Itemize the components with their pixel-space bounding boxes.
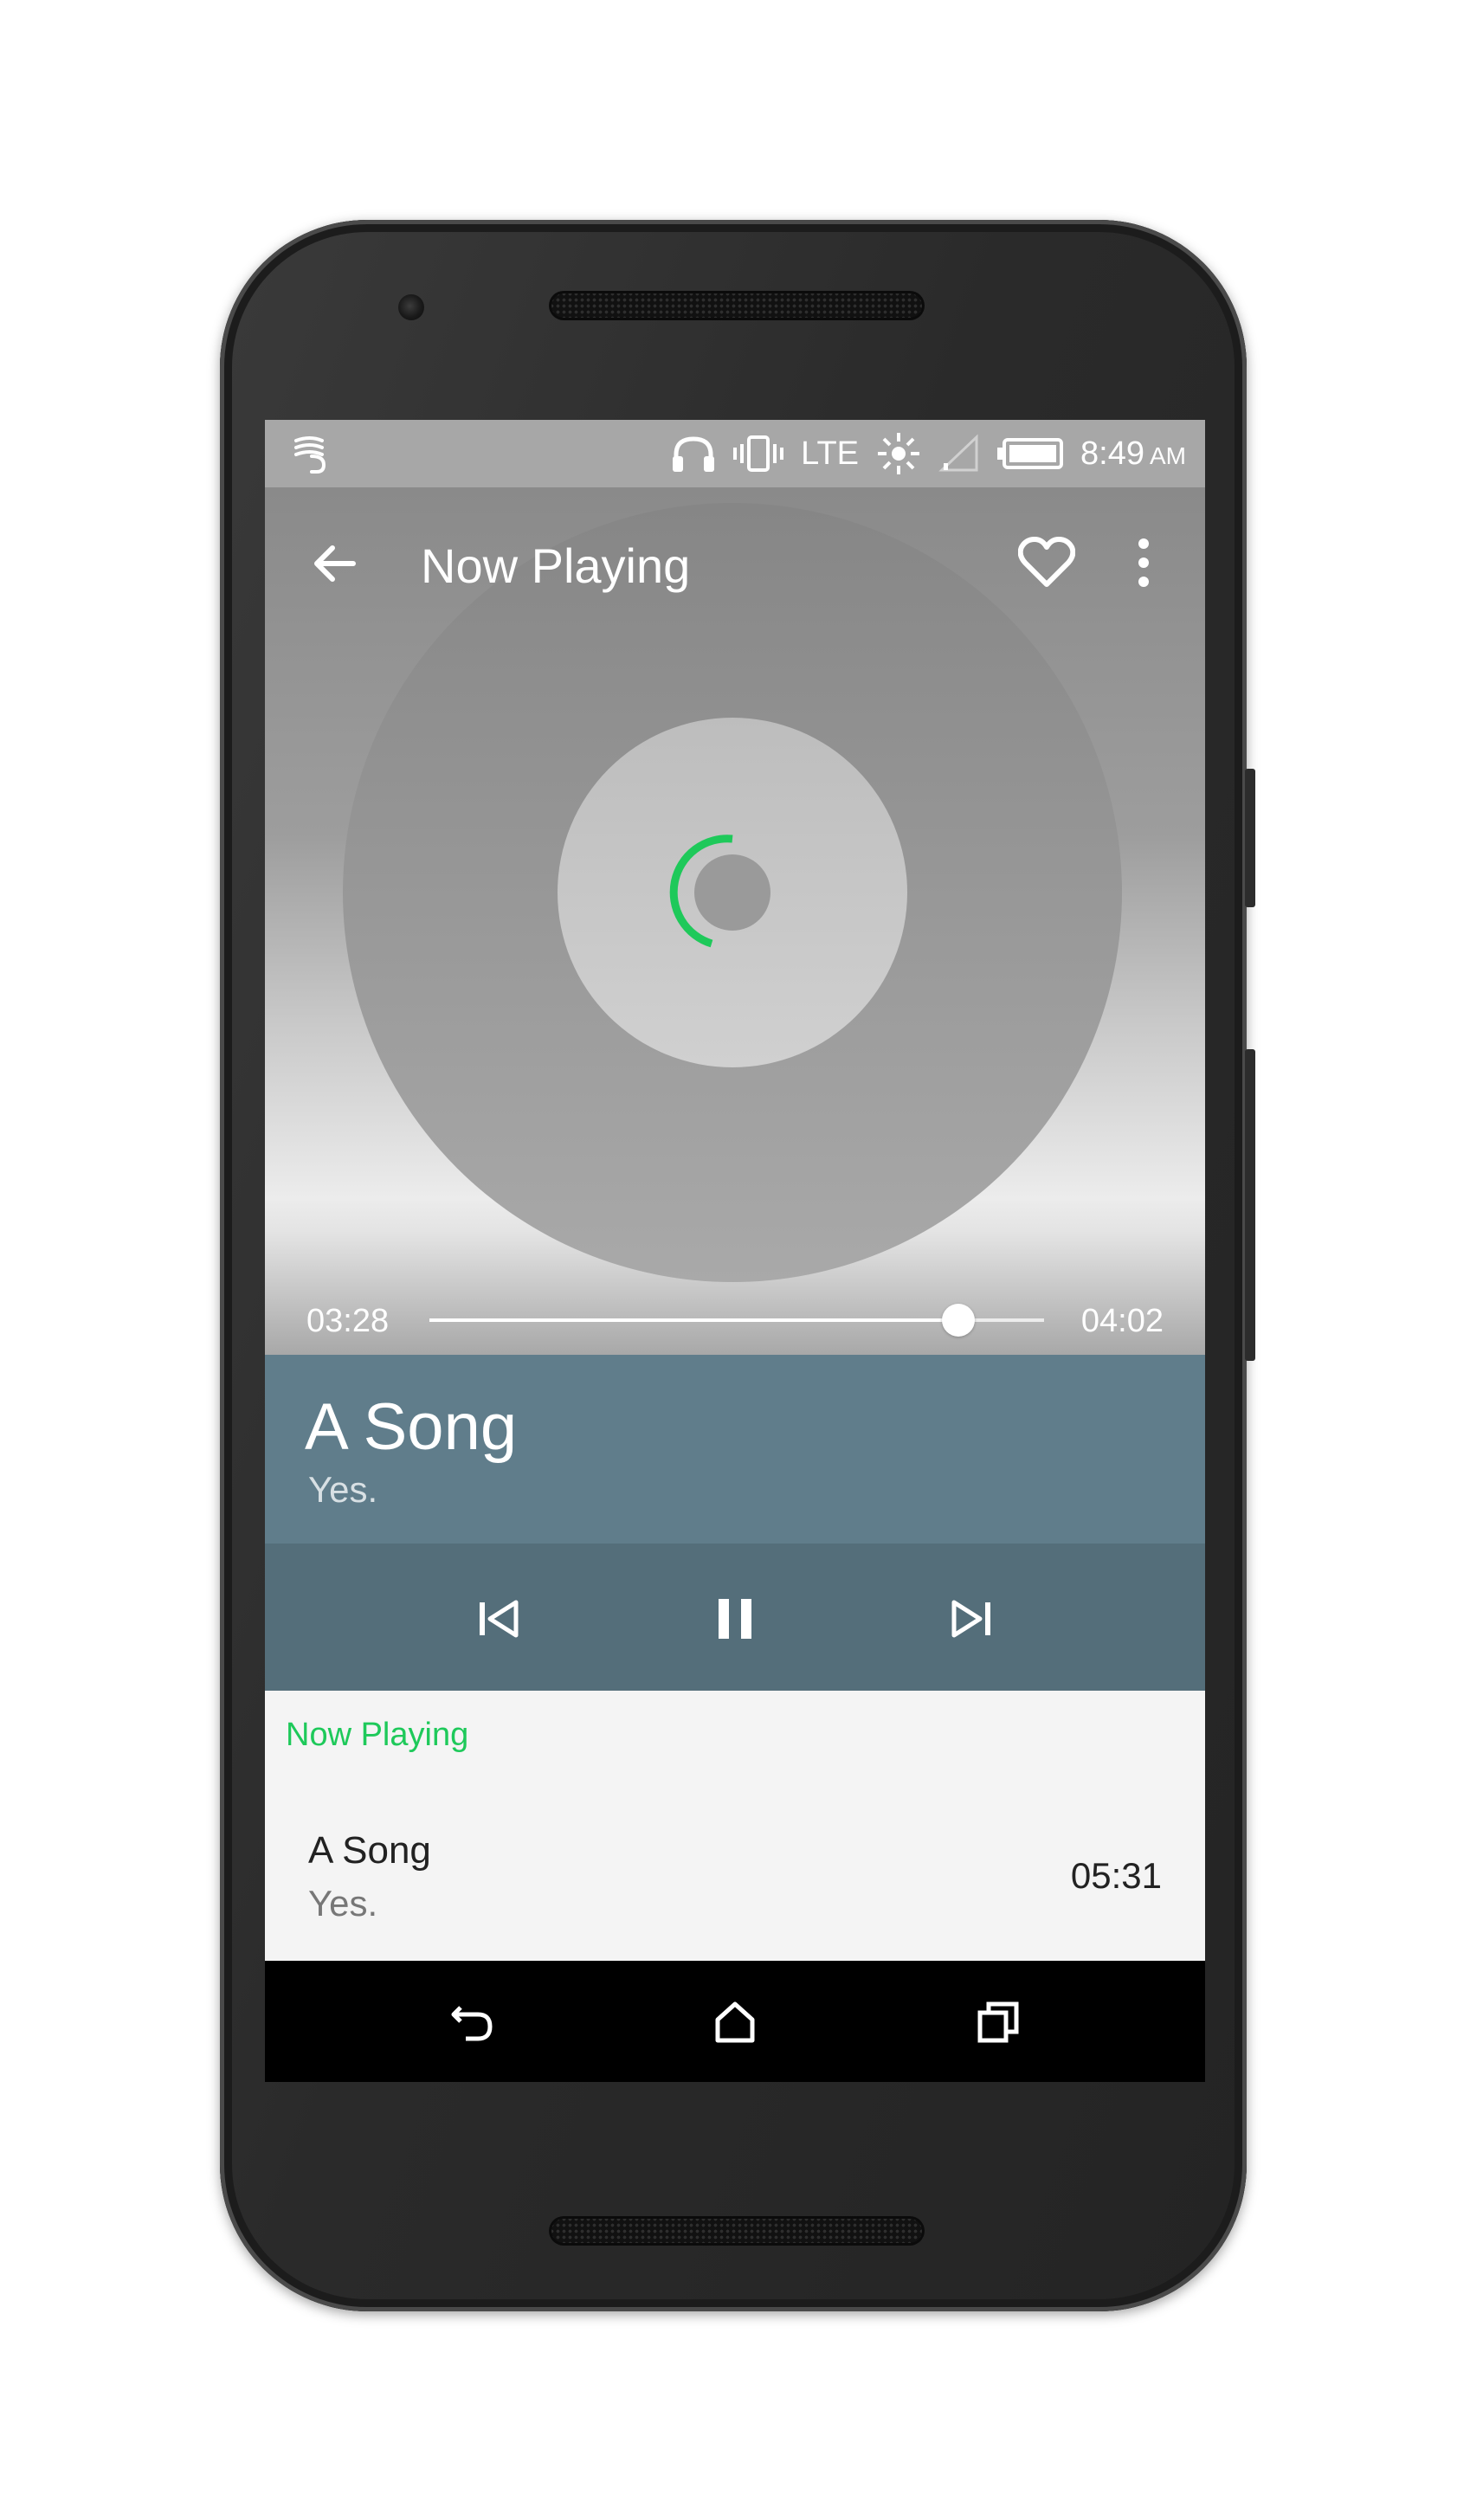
total-time: 04:02 xyxy=(1080,1303,1164,1339)
skip-previous-icon[interactable] xyxy=(466,1587,530,1651)
clock-ampm: AM xyxy=(1150,441,1186,469)
list-item[interactable]: A Song Yes. 05:31 xyxy=(265,1812,1205,1950)
song-info-panel: A Song Yes. xyxy=(265,1355,1205,1544)
battery-icon xyxy=(997,438,1064,469)
signal-icon xyxy=(938,434,978,472)
top-speaker xyxy=(549,291,925,320)
bottom-speaker xyxy=(549,2216,925,2246)
seek-track[interactable] xyxy=(429,1304,1044,1337)
song-title: A Song xyxy=(305,1390,518,1464)
screen: LTE 8:49 AM Now Playing 03:28 04:02 A So… xyxy=(265,420,1205,2082)
power-button xyxy=(1245,769,1255,907)
disc-spindle xyxy=(694,854,770,931)
more-vert-icon[interactable] xyxy=(1131,536,1157,590)
song-artist: Yes. xyxy=(308,1469,378,1510)
seek-fill xyxy=(429,1318,958,1322)
list-item-artist: Yes. xyxy=(308,1883,378,1924)
queue-section-header: Now Playing xyxy=(286,1717,469,1753)
recents-icon[interactable] xyxy=(973,1997,1025,2049)
list-item-duration: 05:31 xyxy=(1070,1855,1162,1896)
queue-list: Now Playing A Song Yes. 05:31 xyxy=(265,1691,1205,1961)
wifi-assistant-icon xyxy=(294,436,326,474)
seek-thumb[interactable] xyxy=(941,1304,975,1337)
headphones-icon xyxy=(673,436,715,472)
system-nav-bar xyxy=(265,1961,1205,2082)
network-type-label: LTE xyxy=(801,435,860,472)
playback-controls xyxy=(265,1544,1205,1691)
back-arrow-icon[interactable] xyxy=(308,538,360,590)
toolbar: Now Playing xyxy=(265,487,1205,635)
front-camera xyxy=(398,294,424,320)
skip-next-icon[interactable] xyxy=(940,1587,1004,1651)
elapsed-time: 03:28 xyxy=(306,1303,390,1339)
clock: 8:49 AM xyxy=(1080,435,1186,473)
vibrate-icon xyxy=(733,435,784,472)
brightness-icon xyxy=(878,433,920,474)
seek-bar-area: 03:28 04:02 xyxy=(265,1286,1205,1355)
home-icon[interactable] xyxy=(709,1997,761,2049)
clock-time: 8:49 xyxy=(1080,435,1144,472)
list-item-title: A Song xyxy=(308,1829,431,1872)
status-bar: LTE 8:49 AM xyxy=(265,420,1205,487)
toolbar-title: Now Playing xyxy=(421,538,691,593)
pause-icon[interactable] xyxy=(703,1587,767,1651)
heart-icon[interactable] xyxy=(1018,536,1075,590)
volume-button xyxy=(1245,1049,1255,1361)
back-icon[interactable] xyxy=(447,1997,499,2049)
